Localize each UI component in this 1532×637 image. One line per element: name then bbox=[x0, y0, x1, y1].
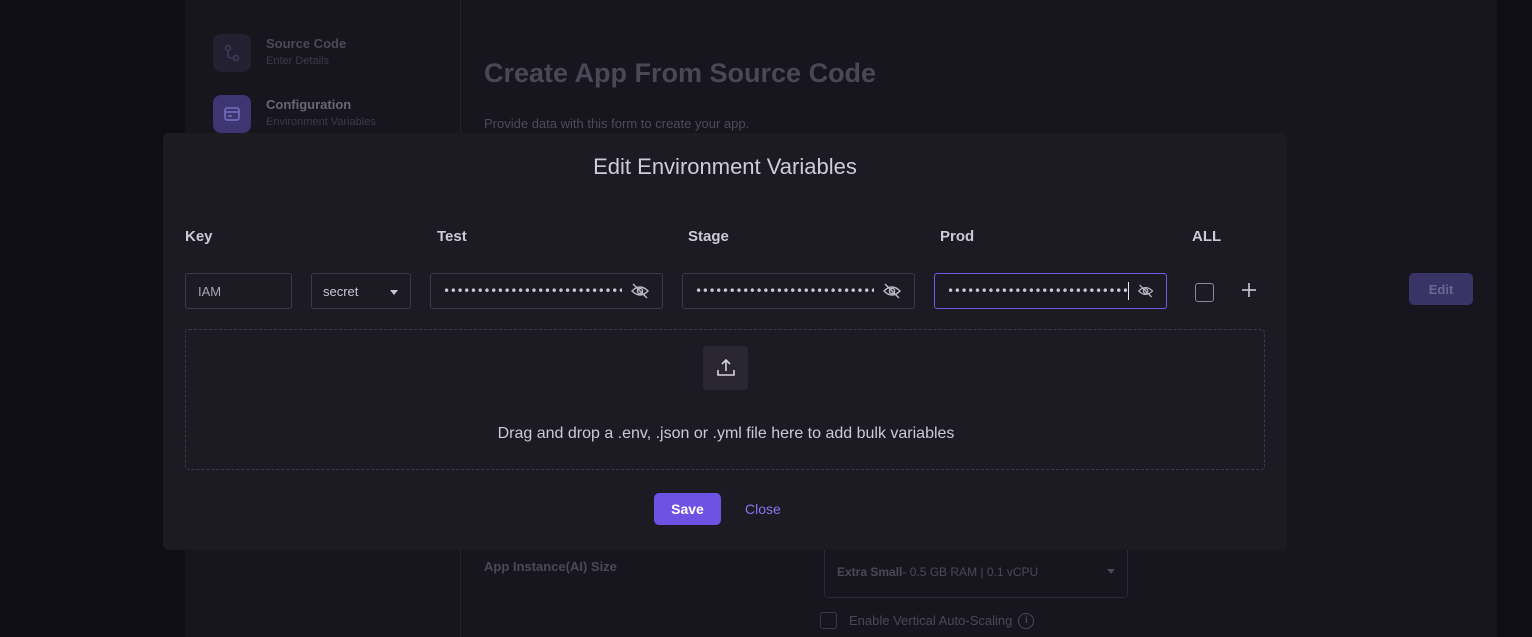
text-cursor bbox=[1127, 282, 1129, 300]
column-prod-label: Prod bbox=[940, 228, 975, 245]
configuration-icon bbox=[213, 95, 251, 133]
instance-size-label: App Instance(AI) Size bbox=[484, 559, 617, 574]
instance-size-spec: - 0.5 GB RAM | 0.1 vCPU bbox=[902, 565, 1039, 579]
type-select[interactable]: secret bbox=[311, 273, 411, 309]
upload-icon[interactable] bbox=[703, 346, 748, 390]
edit-button[interactable]: Edit bbox=[1409, 273, 1473, 305]
save-button[interactable]: Save bbox=[654, 493, 721, 525]
column-key-label: Key bbox=[185, 228, 213, 245]
step-configuration[interactable]: Configuration Environment Variables bbox=[213, 95, 376, 133]
instance-size-name: Extra Small bbox=[837, 565, 903, 579]
chevron-down-icon bbox=[1107, 569, 1115, 574]
column-stage-label: Stage bbox=[688, 228, 729, 245]
file-dropzone[interactable]: Drag and drop a .env, .json or .yml file… bbox=[185, 329, 1265, 470]
chevron-down-icon bbox=[390, 290, 398, 295]
info-icon[interactable]: i bbox=[1018, 612, 1035, 629]
page-title: Create App From Source Code bbox=[484, 58, 877, 88]
autoscale-row: Enable Vertical Auto-Scaling i bbox=[820, 612, 1035, 629]
instance-size-select[interactable]: Extra Small - 0.5 GB RAM | 0.1 vCPU bbox=[824, 546, 1128, 598]
stage-value: ••••••••••••••••••••••••••••••• bbox=[695, 284, 874, 298]
close-button[interactable]: Close bbox=[745, 501, 781, 517]
step-source-code[interactable]: Source Code Enter Details bbox=[213, 34, 346, 72]
step-title: Source Code bbox=[266, 36, 347, 51]
dropzone-text: Drag and drop a .env, .json or .yml file… bbox=[497, 425, 955, 442]
stage-value-field[interactable]: ••••••••••••••••••••••••••••••• bbox=[682, 273, 915, 309]
key-input[interactable] bbox=[185, 273, 292, 309]
step-subtitle: Environment Variables bbox=[266, 116, 376, 128]
column-test-label: Test bbox=[437, 228, 467, 245]
autoscale-label: Enable Vertical Auto-Scaling bbox=[849, 613, 1013, 628]
step-title: Configuration bbox=[266, 97, 352, 112]
edit-env-modal: Edit Environment Variables Key Test Stag… bbox=[163, 133, 1287, 550]
test-value: ••••••••••••••••••••••••••••••• bbox=[443, 284, 622, 298]
column-all-label: ALL bbox=[1192, 228, 1222, 245]
test-value-field[interactable]: ••••••••••••••••••••••••••••••• bbox=[430, 273, 663, 309]
type-select-value: secret bbox=[323, 283, 359, 299]
source-code-icon bbox=[213, 34, 251, 72]
prod-value: ••••••••••••••••••••••••••••••• bbox=[947, 284, 1127, 298]
prod-value-field[interactable]: ••••••••••••••••••••••••••••••• bbox=[934, 273, 1167, 309]
step-subtitle: Enter Details bbox=[266, 55, 329, 67]
eye-off-icon[interactable] bbox=[882, 281, 902, 301]
autoscale-checkbox[interactable] bbox=[820, 612, 837, 629]
eye-off-icon[interactable] bbox=[630, 281, 650, 301]
plus-icon[interactable] bbox=[1240, 281, 1258, 299]
eye-off-icon[interactable] bbox=[1137, 281, 1154, 301]
all-environments-checkbox[interactable] bbox=[1195, 283, 1214, 302]
modal-title: Edit Environment Variables bbox=[593, 154, 857, 179]
page-subtitle: Provide data with this form to create yo… bbox=[484, 116, 750, 131]
